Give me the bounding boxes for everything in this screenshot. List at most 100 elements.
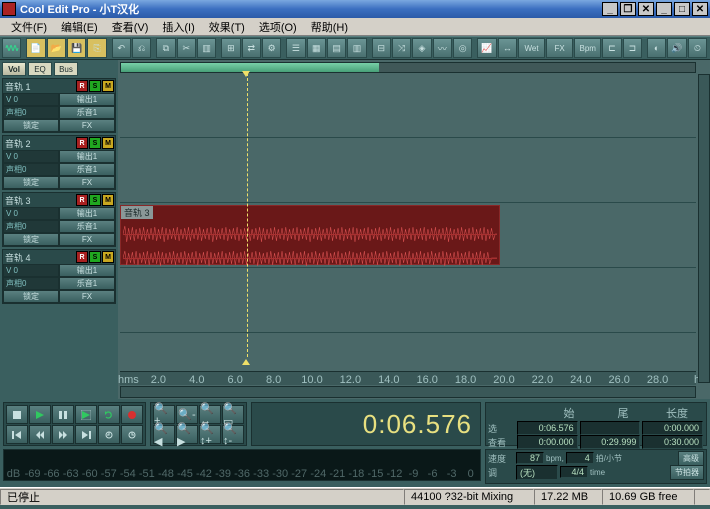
track-1-fx[interactable]: FX bbox=[59, 119, 115, 132]
tempo-key[interactable]: (无) bbox=[516, 465, 558, 480]
play-button[interactable] bbox=[29, 405, 51, 424]
punch-icon[interactable]: ◎ bbox=[453, 38, 472, 58]
track-2-mute[interactable]: M bbox=[102, 137, 114, 149]
save-file-icon[interactable]: 💾 bbox=[67, 38, 86, 58]
maximize-button[interactable]: □ bbox=[674, 2, 690, 16]
horizontal-scrollbar[interactable] bbox=[120, 386, 696, 398]
forward-button[interactable] bbox=[52, 425, 74, 444]
stop-button[interactable] bbox=[6, 405, 28, 424]
loop-button[interactable] bbox=[98, 405, 120, 424]
zoom-in-v-button[interactable]: 🔍↕+ bbox=[199, 425, 221, 444]
rewind-button[interactable] bbox=[29, 425, 51, 444]
save-all-icon[interactable]: ⎘ bbox=[87, 38, 106, 58]
clock-icon[interactable]: ⏲ bbox=[688, 38, 707, 58]
track-1-pan[interactable]: 声相0 bbox=[3, 106, 59, 119]
mix-icon[interactable]: ▥ bbox=[197, 38, 216, 58]
undo-icon[interactable]: ↶ bbox=[112, 38, 131, 58]
menu-effects[interactable]: 效果(T) bbox=[202, 18, 252, 36]
fx-button[interactable]: FX bbox=[546, 38, 573, 58]
overview-bar[interactable] bbox=[120, 62, 696, 73]
track-3-name[interactable]: 音轨 3 bbox=[3, 193, 76, 207]
snap-icon[interactable]: ⊏ bbox=[602, 38, 621, 58]
vertical-scrollbar[interactable] bbox=[698, 74, 710, 383]
track-1-rec[interactable]: R bbox=[76, 80, 88, 92]
track-3-fx[interactable]: FX bbox=[59, 233, 115, 246]
envelope-icon[interactable]: 〰 bbox=[433, 38, 452, 58]
track-3-rec[interactable]: R bbox=[76, 194, 88, 206]
vol-env-icon[interactable]: 📈 bbox=[477, 38, 496, 58]
track-2-lock[interactable]: 锁定 bbox=[3, 176, 59, 189]
track-4-mute[interactable]: M bbox=[102, 251, 114, 263]
close2-button[interactable]: ✕ bbox=[692, 2, 708, 16]
track-1-lock[interactable]: 锁定 bbox=[3, 119, 59, 132]
track-4-out[interactable]: 输出1 bbox=[59, 264, 115, 277]
next-mark-button[interactable] bbox=[121, 425, 143, 444]
track-2-vol[interactable]: V 0 bbox=[3, 150, 59, 163]
menu-help[interactable]: 帮助(H) bbox=[304, 18, 355, 36]
zoom-out-v-button[interactable]: 🔍↕- bbox=[222, 425, 244, 444]
waveform-toggle-icon[interactable] bbox=[2, 38, 21, 58]
timecode-display[interactable]: 0:06.576 bbox=[251, 402, 481, 446]
metronome-button[interactable]: 节拍器 bbox=[670, 465, 704, 480]
zoom-in-left-button[interactable]: 🔍◀ bbox=[153, 425, 175, 444]
track-3-lock[interactable]: 锁定 bbox=[3, 233, 59, 246]
track-1-name[interactable]: 音轨 1 bbox=[3, 79, 76, 93]
track-4-lock[interactable]: 锁定 bbox=[3, 290, 59, 303]
cut-icon[interactable]: ✂ bbox=[177, 38, 196, 58]
time-ruler[interactable]: hms2.04.06.08.010.012.014.016.018.020.02… bbox=[120, 371, 696, 385]
play-view-button[interactable] bbox=[75, 405, 97, 424]
smpte-icon[interactable]: ◐ bbox=[647, 38, 666, 58]
view-begin[interactable]: 0:00.000 bbox=[517, 435, 578, 449]
redo-icon[interactable]: ⎌ bbox=[132, 38, 151, 58]
track-2-out[interactable]: 输出1 bbox=[59, 150, 115, 163]
new-file-icon[interactable]: 📄 bbox=[26, 38, 45, 58]
track-2-solo[interactable]: S bbox=[89, 137, 101, 149]
track-3-vol[interactable]: V 0 bbox=[3, 207, 59, 220]
panel2-icon[interactable]: ▤ bbox=[327, 38, 346, 58]
track-4-eq[interactable]: 乐音1 bbox=[59, 277, 115, 290]
track-4-name[interactable]: 音轨 4 bbox=[3, 250, 76, 264]
settings-icon[interactable]: ⚙ bbox=[262, 38, 281, 58]
track-1-solo[interactable]: S bbox=[89, 80, 101, 92]
tab-bus[interactable]: Bus bbox=[54, 62, 78, 76]
track-2-fx[interactable]: FX bbox=[59, 176, 115, 189]
track-2-eq[interactable]: 乐音1 bbox=[59, 163, 115, 176]
level-meter[interactable]: dB-69-66-63-60-57-54-51-48-45-42-39-36-3… bbox=[3, 449, 481, 481]
close-button[interactable]: ✕ bbox=[638, 2, 654, 16]
tempo-bpm[interactable]: 87 bbox=[516, 452, 544, 464]
zoom-in-right-button[interactable]: 🔍▶ bbox=[176, 425, 198, 444]
prev-mark-button[interactable] bbox=[98, 425, 120, 444]
track-4-vol[interactable]: V 0 bbox=[3, 264, 59, 277]
menu-file[interactable]: 文件(F) bbox=[4, 18, 54, 36]
menu-insert[interactable]: 插入(I) bbox=[155, 18, 201, 36]
menu-options[interactable]: 选项(O) bbox=[252, 18, 304, 36]
node-icon[interactable]: ◈ bbox=[412, 38, 431, 58]
track-4-fx[interactable]: FX bbox=[59, 290, 115, 303]
track-4-solo[interactable]: S bbox=[89, 251, 101, 263]
grid-icon[interactable]: ⊞ bbox=[221, 38, 240, 58]
playhead[interactable] bbox=[247, 73, 248, 357]
open-file-icon[interactable]: 📂 bbox=[47, 38, 66, 58]
record-button[interactable] bbox=[121, 405, 143, 424]
crossfade-icon[interactable]: ⤨ bbox=[392, 38, 411, 58]
track-1-out[interactable]: 输出1 bbox=[59, 93, 115, 106]
convert-icon[interactable]: ⇄ bbox=[242, 38, 261, 58]
track-1-mute[interactable]: M bbox=[102, 80, 114, 92]
view-len[interactable]: 0:30.000 bbox=[642, 435, 703, 449]
tab-eq[interactable]: EQ bbox=[28, 62, 52, 76]
goto-end-button[interactable] bbox=[75, 425, 97, 444]
tempo-beats[interactable]: 4 bbox=[566, 452, 594, 464]
track-3-solo[interactable]: S bbox=[89, 194, 101, 206]
view-end[interactable]: 0:29.999 bbox=[580, 435, 641, 449]
tempo-advanced-button[interactable]: 高级 bbox=[678, 451, 704, 466]
ruler-icon[interactable]: ⊐ bbox=[623, 38, 642, 58]
panel3-icon[interactable]: ▥ bbox=[347, 38, 366, 58]
sel-len[interactable]: 0:00.000 bbox=[642, 421, 703, 435]
wet-button[interactable]: Wet bbox=[518, 38, 545, 58]
track-4-pan[interactable]: 声相0 bbox=[3, 277, 59, 290]
track-3-eq[interactable]: 乐音1 bbox=[59, 220, 115, 233]
hide-icon[interactable]: ⊟ bbox=[372, 38, 391, 58]
copy-icon[interactable]: ⧉ bbox=[156, 38, 175, 58]
track-3-mute[interactable]: M bbox=[102, 194, 114, 206]
menu-edit[interactable]: 编辑(E) bbox=[54, 18, 105, 36]
